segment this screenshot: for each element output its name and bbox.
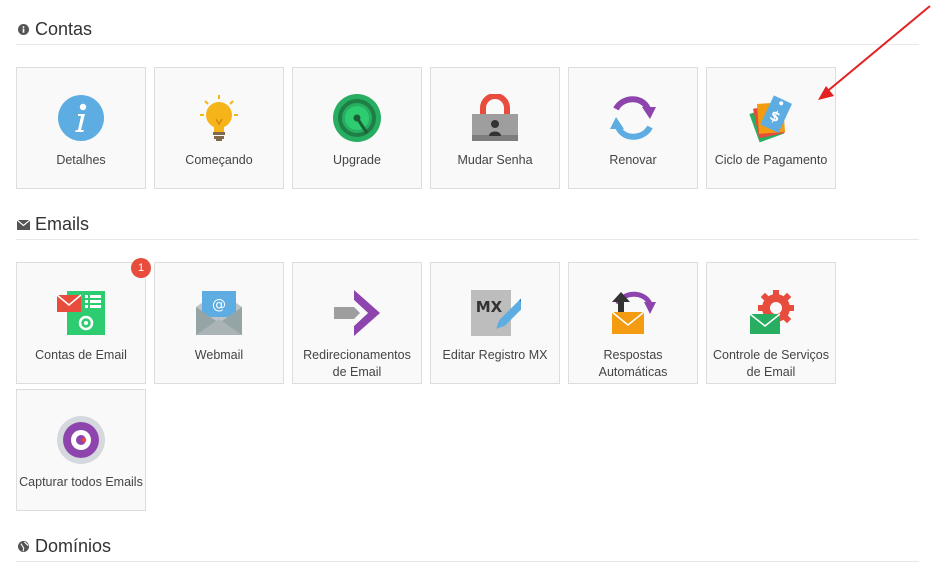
section-title: Contas	[35, 19, 93, 39]
tile-label: Respostas Automáticas	[598, 348, 668, 379]
forward-arrow-icon	[331, 287, 383, 339]
tile-renovar[interactable]: Renovar	[568, 67, 698, 189]
tile-upgrade[interactable]: Upgrade	[292, 67, 422, 189]
section-header-contas: Contas	[16, 15, 919, 45]
tile-label: Redirecionamentos de Email	[303, 348, 411, 379]
renew-arrows-icon	[607, 92, 659, 144]
tile-mudar-senha[interactable]: Mudar Senha	[430, 67, 560, 189]
tile-label: Capturar todos Emails	[19, 475, 143, 489]
tile-label: Contas de Email	[35, 348, 127, 362]
tile-comecando[interactable]: Começando	[154, 67, 284, 189]
tile-label: Upgrade	[333, 153, 381, 167]
tile-label: Detalhes	[56, 153, 106, 167]
section-header-emails: Emails	[16, 210, 919, 240]
tile-label: Ciclo de Pagamento	[714, 153, 828, 167]
tile-label: Mudar Senha	[457, 153, 533, 167]
email-services-gear-icon	[745, 287, 797, 339]
tile-detalhes[interactable]: Detalhes	[16, 67, 146, 189]
svg-text:MX: MX	[476, 298, 503, 316]
tile-contas-de-email[interactable]: 1 Contas de Email	[16, 258, 151, 384]
svg-text:@: @	[212, 297, 226, 313]
tile-label: Webmail	[194, 348, 244, 362]
email-accounts-icon	[55, 287, 107, 339]
section-title: Domínios	[35, 536, 112, 556]
section-dominios: Domínios	[16, 532, 919, 562]
tile-label: Começando	[185, 153, 253, 167]
section-header-dominios: Domínios	[16, 532, 919, 562]
section-contas: Contas	[16, 15, 919, 45]
tile-editar-registro-mx[interactable]: MX Editar Registro MX	[430, 262, 560, 384]
padlock-icon	[469, 92, 521, 144]
notification-badge: 1	[131, 258, 151, 278]
tile-controle-de-servicos-de-email[interactable]: Controle de Serviços de Email	[706, 262, 836, 384]
tile-respostas-automaticas[interactable]: Respostas Automáticas	[568, 262, 698, 384]
speedometer-icon	[331, 92, 383, 144]
autoresponder-icon	[607, 287, 659, 339]
globe-icon	[16, 540, 30, 554]
info-icon	[16, 23, 30, 37]
tile-label: Editar Registro MX	[442, 348, 548, 362]
tile-webmail[interactable]: @ Webmail	[154, 262, 284, 384]
webmail-icon: @	[193, 287, 245, 339]
section-title: Emails	[35, 214, 90, 234]
section-emails: Emails	[16, 210, 919, 240]
info-circle-icon	[55, 92, 107, 144]
tile-label: Renovar	[609, 153, 657, 167]
price-tags-icon: $	[745, 92, 797, 144]
envelope-icon	[16, 218, 30, 232]
tile-capturar-todos-emails[interactable]: Capturar todos Emails	[16, 389, 146, 511]
mx-record-icon: MX	[469, 287, 521, 339]
catch-all-icon	[55, 414, 107, 466]
tile-ciclo-de-pagamento[interactable]: $ Ciclo de Pagamento	[706, 67, 836, 189]
tile-redirecionamentos-de-email[interactable]: Redirecionamentos de Email	[292, 262, 422, 384]
tile-label: Controle de Serviços de Email	[712, 348, 830, 379]
lightbulb-icon	[193, 92, 245, 144]
